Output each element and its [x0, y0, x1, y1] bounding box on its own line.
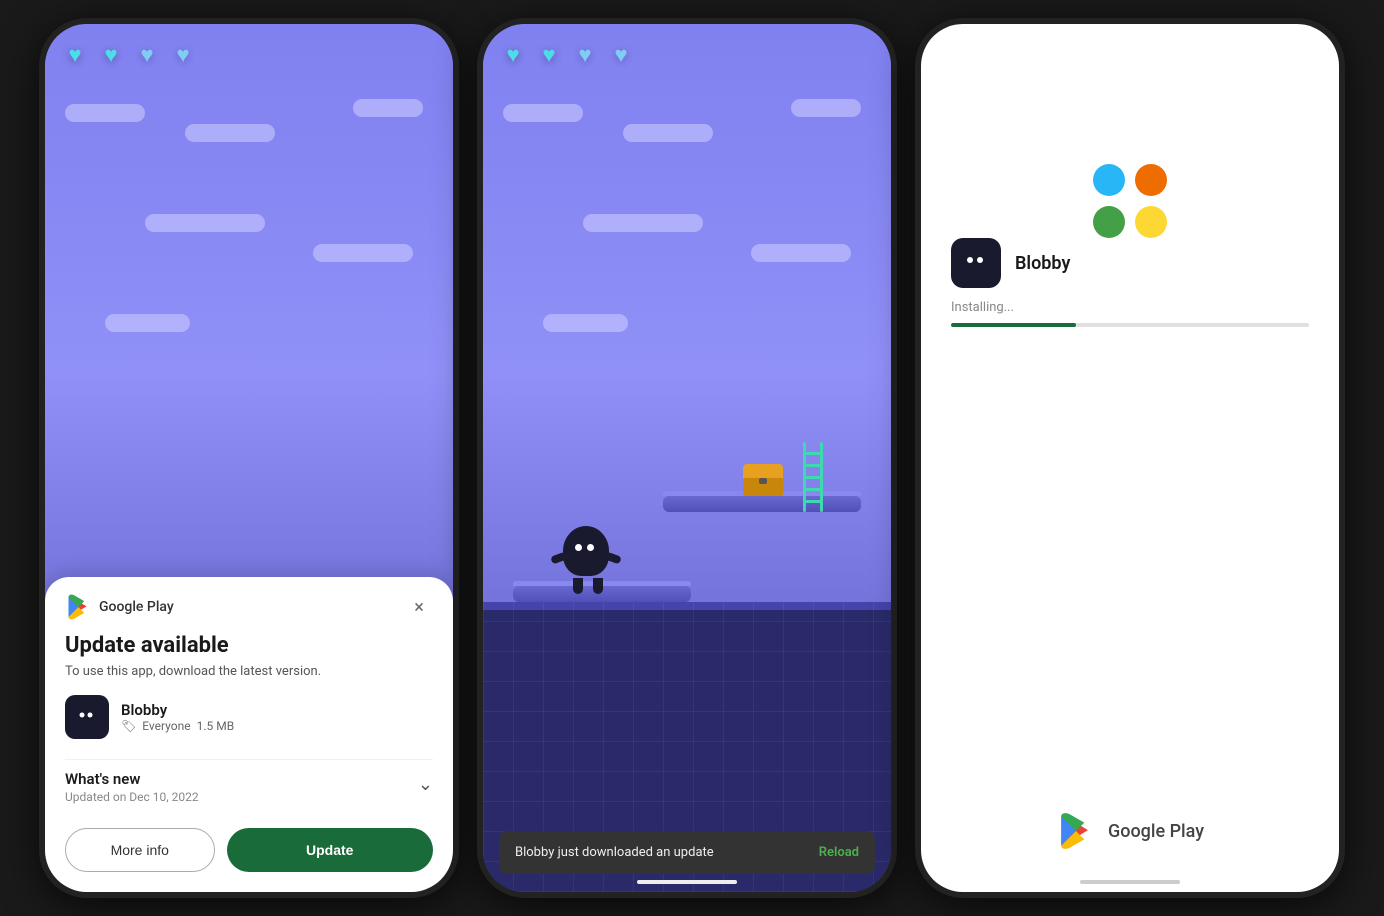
gplay-footer-text: Google Play — [1108, 821, 1204, 842]
heart-1: ♥ — [61, 42, 89, 68]
cloud-platform — [583, 214, 703, 232]
close-button[interactable]: × — [405, 593, 433, 621]
app-rating: Everyone — [142, 719, 190, 733]
cloud-platform — [105, 314, 190, 332]
char-legs — [563, 578, 613, 594]
rating-icon: 🏷 — [121, 719, 136, 733]
whats-new-title: What's new — [65, 770, 199, 788]
progress-bar — [951, 323, 1309, 327]
hearts-display-2: ♥ ♥ ♥ ♥ — [499, 42, 635, 68]
app-icon — [65, 695, 109, 739]
cloud-platform — [65, 104, 145, 122]
heart-4: ♥ — [169, 42, 197, 68]
app-name: Blobby — [121, 701, 234, 719]
phone-frame-3: Blobby Installing... Google Play — [915, 18, 1345, 898]
hearts-display: ♥ ♥ ♥ ♥ — [61, 42, 197, 68]
gplay-footer-icon — [1056, 810, 1098, 852]
dialog-subtitle: To use this app, download the latest ver… — [65, 664, 433, 679]
dot-blue — [1093, 164, 1125, 196]
google-play-logo: Google Play — [65, 593, 174, 621]
phone-frame-2: ♥ ♥ ♥ ♥ — [477, 18, 897, 898]
cloud-platform — [751, 244, 851, 262]
char-body — [563, 526, 609, 576]
phone-frame-1: ♥ ♥ ♥ ♥ — [39, 18, 459, 898]
game-screen-2: ♥ ♥ ♥ ♥ — [483, 24, 891, 892]
snackbar: Blobby just downloaded an update Reload — [499, 831, 875, 874]
dialog-header: Google Play × — [65, 593, 433, 621]
progress-bar-fill — [951, 323, 1076, 327]
app-size: 1.5 MB — [197, 719, 235, 733]
google-play-icon — [65, 593, 93, 621]
install-screen: Blobby Installing... Google Play — [921, 24, 1339, 892]
cloud-platform — [543, 314, 628, 332]
dialog-title: Update available — [65, 633, 433, 658]
heart-3: ♥ — [571, 42, 599, 68]
chest-lock — [759, 478, 767, 484]
install-dots-grid — [1093, 164, 1167, 238]
snackbar-action[interactable]: Reload — [819, 845, 859, 860]
blobby-mini-icon — [69, 702, 105, 732]
blobby-install-icon — [956, 246, 996, 280]
heart-3: ♥ — [133, 42, 161, 68]
install-app-icon — [951, 238, 1001, 288]
cloud-platform — [185, 124, 275, 142]
char-leg-left — [573, 578, 583, 594]
cloud-platform — [623, 124, 713, 142]
home-indicator-3 — [1080, 880, 1180, 884]
cloud-platform — [503, 104, 583, 122]
install-status: Installing... — [951, 300, 1309, 315]
update-dialog: Google Play × Update available To use th… — [45, 577, 453, 892]
home-indicator-2 — [637, 880, 737, 884]
dot-green — [1093, 206, 1125, 238]
heart-2: ♥ — [535, 42, 563, 68]
cloud-platform — [791, 99, 861, 117]
dot-orange — [1135, 164, 1167, 196]
app-info-row: Blobby 🏷 Everyone 1.5 MB — [65, 695, 433, 739]
treasure-chest-2 — [743, 464, 783, 496]
app-meta: 🏷 Everyone 1.5 MB — [121, 719, 234, 733]
install-app-info: Blobby Installing... — [951, 238, 1309, 327]
cloud-platform — [313, 244, 413, 262]
update-button[interactable]: Update — [227, 828, 434, 872]
blobby-character-2 — [563, 526, 613, 586]
cloud-platform — [353, 99, 423, 117]
install-app-name: Blobby — [1015, 253, 1070, 274]
gplay-footer: Google Play — [1056, 810, 1204, 852]
platform-right — [663, 496, 861, 512]
install-app-row: Blobby — [951, 238, 1309, 288]
app-details: Blobby 🏷 Everyone 1.5 MB — [121, 701, 234, 733]
char-eye-right — [587, 544, 594, 551]
heart-2: ♥ — [97, 42, 125, 68]
whats-new-section: What's new Updated on Dec 10, 2022 ⌄ — [65, 759, 433, 814]
char-leg-right — [593, 578, 603, 594]
ladder-2 — [803, 442, 823, 512]
heart-1: ♥ — [499, 42, 527, 68]
more-info-button[interactable]: More info — [65, 828, 215, 872]
action-row: More info Update — [65, 828, 433, 872]
cloud-platform — [145, 214, 265, 232]
char-eye-left — [575, 544, 582, 551]
whats-new-date: Updated on Dec 10, 2022 — [65, 790, 199, 804]
whats-new-content: What's new Updated on Dec 10, 2022 — [65, 770, 199, 804]
dot-yellow — [1135, 206, 1167, 238]
google-play-label: Google Play — [99, 599, 174, 615]
heart-4: ♥ — [607, 42, 635, 68]
chevron-down-icon[interactable]: ⌄ — [418, 774, 433, 795]
snackbar-text: Blobby just downloaded an update — [515, 845, 714, 860]
